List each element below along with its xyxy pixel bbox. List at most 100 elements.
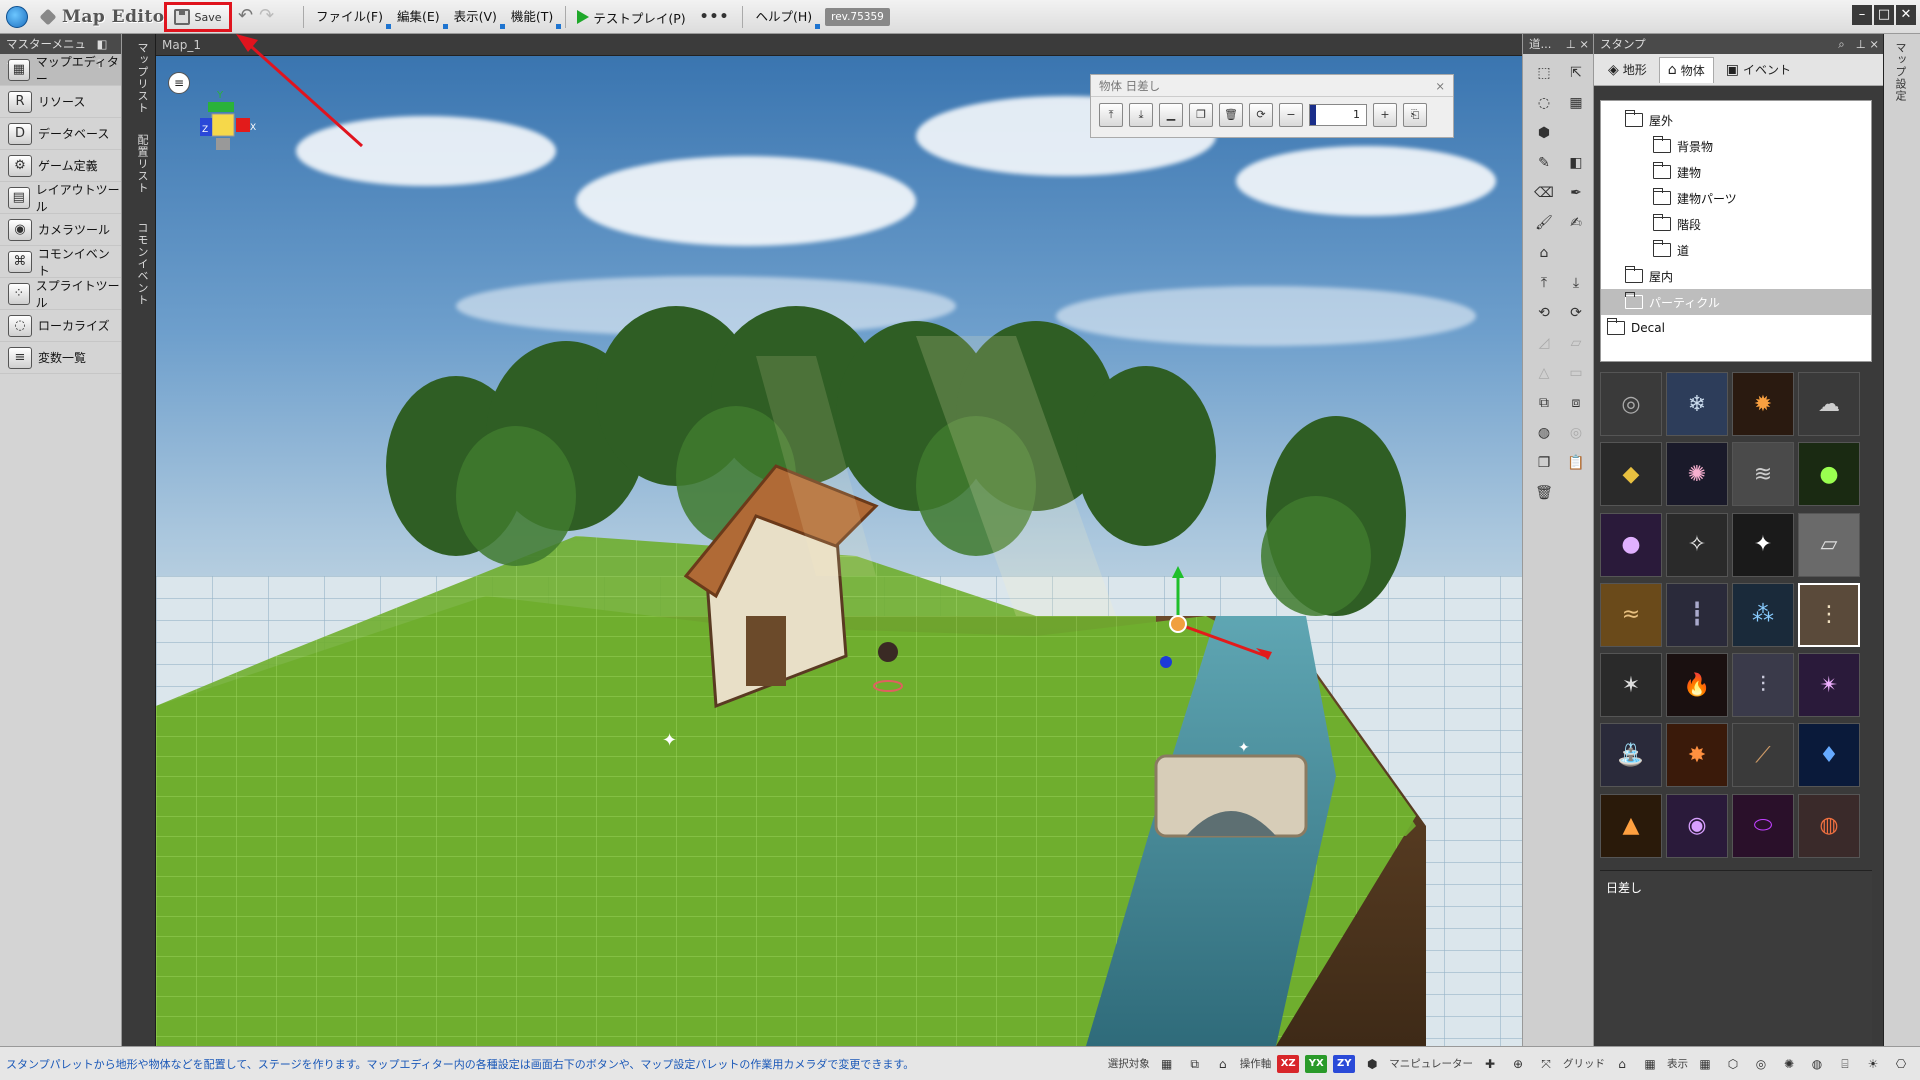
tree-item-road[interactable]: 道	[1601, 237, 1871, 263]
stamp-search-icon[interactable]: ⌕ ⊥ ×	[1838, 34, 1879, 54]
axis-yx-button[interactable]: YX	[1305, 1054, 1328, 1073]
portal-particle-thumb[interactable]: ⬭	[1732, 793, 1794, 858]
delete-icon[interactable]: 🗑	[1219, 103, 1243, 127]
ember-particle-thumb[interactable]: ◍	[1798, 793, 1860, 858]
object-select-icon[interactable]: ⧉	[1184, 1054, 1206, 1074]
master-item-camera-tool[interactable]: ◉ カメラツール	[0, 214, 121, 246]
3d-scene[interactable]: ✦ ✦ Y Z X ≡ 物体 日差し × ⤒ ⤓ ▁ ❐ 🗑 ⟳ − 1 + ⎗	[156, 56, 1522, 1046]
menu-edit[interactable]: 編集(E)	[390, 5, 448, 29]
tab-map-list[interactable]: マップリスト	[128, 42, 150, 114]
display-camera-icon[interactable]: ⎔	[1890, 1054, 1912, 1074]
lower-icon[interactable]: ⤓	[1129, 103, 1153, 127]
tree-item-stairs[interactable]: 階段	[1601, 211, 1871, 237]
slope-alt-icon[interactable]: ▱	[1561, 328, 1591, 358]
rain-particle-thumb[interactable]: ⫶	[1732, 653, 1794, 718]
purple-light-particle-thumb[interactable]: ●	[1600, 512, 1662, 577]
raise-icon[interactable]: ⤒	[1099, 103, 1123, 127]
save-button[interactable]: Save	[164, 2, 232, 32]
slope-icon[interactable]: ◿	[1529, 328, 1559, 358]
sparkle-particle-thumb[interactable]: ✧	[1666, 512, 1728, 577]
sunlight-particle-thumb[interactable]: ⋮	[1798, 582, 1860, 647]
glass-particle-thumb[interactable]: ▱	[1798, 512, 1860, 577]
tab-map-settings[interactable]: マップ設定	[1892, 42, 1908, 102]
flame-particle-thumb[interactable]: 🔥	[1666, 653, 1728, 718]
master-item-layout-tool[interactable]: ▤ レイアウトツール	[0, 182, 121, 214]
rotate-gizmo-icon[interactable]: ⊕	[1507, 1054, 1529, 1074]
confetti-particle-thumb[interactable]: ◆	[1600, 442, 1662, 507]
object-count-field[interactable]: 1	[1309, 104, 1367, 126]
rotate-axis-icon[interactable]: ⟳	[1561, 298, 1591, 328]
grid-toggle-icon[interactable]: ⌂	[1611, 1054, 1633, 1074]
master-item-map-editor[interactable]: ▦ マップエディター	[0, 54, 121, 86]
close-icon[interactable]: ×	[1435, 75, 1445, 96]
display-object-icon[interactable]: ⬡	[1722, 1054, 1744, 1074]
display-grid-icon[interactable]: ▦	[1694, 1054, 1716, 1074]
master-item-resource[interactable]: R リソース	[0, 86, 121, 118]
raise-terrain-icon[interactable]: ⤒	[1529, 268, 1559, 298]
menu-function[interactable]: 機能(T)	[504, 5, 562, 29]
tree-item-background[interactable]: 背景物	[1601, 133, 1871, 159]
waterfall-particle-thumb[interactable]: ┇	[1666, 582, 1728, 647]
minus-icon[interactable]: −	[1279, 103, 1303, 127]
scale-gizmo-icon[interactable]: ⤧	[1535, 1054, 1557, 1074]
tree-item-decal[interactable]: Decal	[1601, 315, 1871, 341]
test-play-button[interactable]: テストプレイ(P)	[571, 8, 691, 27]
ring-particle-thumb[interactable]: ◎	[1600, 372, 1662, 436]
target-icon[interactable]: ◎	[1561, 418, 1591, 448]
clipboard-icon[interactable]: 📋	[1561, 448, 1591, 478]
fog-particle-thumb[interactable]: ≋	[1732, 442, 1794, 507]
display-globe-icon[interactable]: ◍	[1806, 1054, 1828, 1074]
maximize-icon[interactable]: □	[1874, 5, 1894, 25]
minimize-icon[interactable]: –	[1852, 5, 1872, 25]
brush-icon[interactable]: 🖌	[1529, 208, 1559, 238]
firework-particle-thumb[interactable]: ✺	[1666, 442, 1728, 507]
tab-terrain[interactable]: ◈ 地形	[1600, 57, 1655, 82]
tile-select-icon[interactable]: ▦	[1561, 88, 1591, 118]
more-options-button[interactable]: •••	[692, 9, 738, 25]
rotate-icon[interactable]: ⟳	[1249, 103, 1273, 127]
tree-item-building[interactable]: 建物	[1601, 159, 1871, 185]
grid-snap-icon[interactable]: ▦	[1639, 1054, 1661, 1074]
house-icon[interactable]: ⌂	[1529, 238, 1559, 268]
plus-icon[interactable]: +	[1373, 103, 1397, 127]
master-item-common-event[interactable]: ⌘ コモンイベント	[0, 246, 121, 278]
pin-close-icon[interactable]: ⊥ ×	[1566, 34, 1589, 54]
navigation-cube-icon[interactable]: Y Z X	[186, 86, 258, 158]
blue-flame-particle-thumb[interactable]: ♦	[1798, 723, 1860, 788]
smoke-particle-thumb[interactable]: ☁	[1798, 372, 1860, 436]
tree-item-building-parts[interactable]: 建物パーツ	[1601, 185, 1871, 211]
eyedropper-icon[interactable]: ✒	[1561, 178, 1591, 208]
magic-particle-thumb[interactable]: ✴	[1798, 653, 1860, 718]
sand-particle-thumb[interactable]: ≈	[1600, 582, 1662, 647]
star-particle-thumb[interactable]: ✦	[1732, 512, 1794, 577]
undo-icon[interactable]: ↶	[238, 7, 253, 25]
eraser-icon[interactable]: ⌫	[1529, 178, 1559, 208]
close-icon[interactable]: ✕	[1896, 5, 1916, 25]
panel-collapse-icon[interactable]: ◧ ?	[97, 34, 117, 71]
display-sky-icon[interactable]: ☀	[1862, 1054, 1884, 1074]
ground-icon[interactable]: ▁	[1159, 103, 1183, 127]
snow-particle-thumb[interactable]: ❄	[1666, 372, 1728, 436]
redo-icon[interactable]: ↷	[259, 7, 274, 25]
splash-particle-thumb[interactable]: ⁂	[1732, 582, 1794, 647]
shard-particle-thumb[interactable]: ✶	[1600, 653, 1662, 718]
camera-icon[interactable]: ◍	[1529, 418, 1559, 448]
copy-icon[interactable]: ⧉	[1529, 388, 1559, 418]
tree-item-particle[interactable]: パーティクル	[1601, 289, 1871, 315]
fill-icon[interactable]: ◧	[1561, 148, 1591, 178]
building-select-icon[interactable]: ⌂	[1212, 1054, 1234, 1074]
display-layer-icon[interactable]: ⌸	[1834, 1054, 1856, 1074]
axis-zy-button[interactable]: ZY	[1333, 1054, 1356, 1073]
rect-select-icon[interactable]: ⬚	[1529, 58, 1559, 88]
move-gizmo-icon[interactable]: ✚	[1479, 1054, 1501, 1074]
lower-terrain-icon[interactable]: ⤓	[1561, 268, 1591, 298]
manipulator-icon[interactable]: ⬢	[1361, 1054, 1383, 1074]
tab-placement-list[interactable]: 配置リスト	[128, 134, 150, 194]
master-item-database[interactable]: D データベース	[0, 118, 121, 150]
debris-particle-thumb[interactable]: ⟋	[1732, 723, 1794, 788]
triangle-icon[interactable]: △	[1529, 358, 1559, 388]
green-light-particle-thumb[interactable]: ●	[1798, 442, 1860, 507]
tab-common-event[interactable]: コモンイベント	[128, 222, 150, 306]
master-item-variable-list[interactable]: ≡ 変数一覧	[0, 342, 121, 374]
tab-object[interactable]: ⌂ 物体	[1658, 56, 1714, 83]
